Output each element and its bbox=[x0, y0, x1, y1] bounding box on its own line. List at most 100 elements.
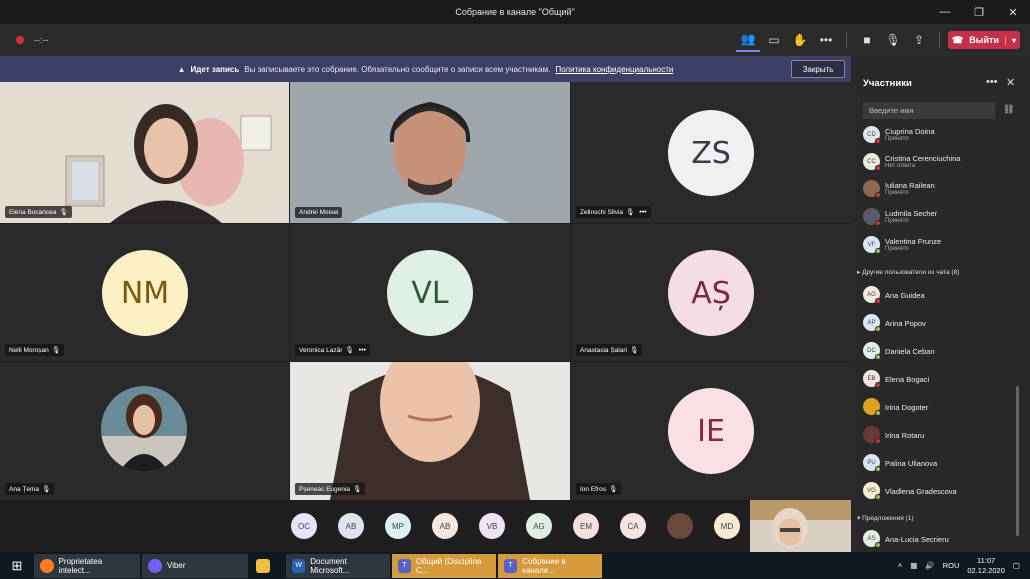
leave-button[interactable]: ☎ Выйти ▾ bbox=[948, 31, 1020, 49]
status-dot bbox=[875, 192, 881, 198]
participant-name: Ciuprina Doina bbox=[885, 127, 935, 136]
chevron-down-icon[interactable]: ▾ bbox=[1004, 35, 1016, 45]
chat-icon[interactable]: ▭ bbox=[762, 28, 786, 52]
more-actions-icon[interactable]: ••• bbox=[814, 28, 838, 52]
participant-row[interactable]: DC Daniela Ceban bbox=[863, 342, 1013, 362]
maximize-icon[interactable]: ❐ bbox=[962, 0, 996, 24]
notification-icon[interactable]: ▢ bbox=[1013, 561, 1020, 570]
raise-hand-icon[interactable]: ✋ bbox=[788, 28, 812, 52]
microphone-icon[interactable]: 🎙 bbox=[881, 28, 905, 52]
participant-row[interactable]: AG Ana Guidea bbox=[863, 286, 1013, 306]
taskbar-app[interactable]: T Общий (Disciplina C... bbox=[392, 553, 496, 578]
taskbar-app[interactable] bbox=[250, 554, 284, 578]
video-tile[interactable]: Ana Țema 🎙 bbox=[0, 362, 289, 500]
minimize-icon[interactable]: — bbox=[928, 0, 962, 24]
participant-row[interactable]: Iuliana Railean Принято bbox=[863, 180, 1013, 200]
participant-row[interactable]: VF Valentina Frunze Принято bbox=[863, 236, 1013, 256]
name-search-input[interactable]: Введите имя bbox=[863, 102, 995, 119]
network-icon[interactable]: ▦ bbox=[910, 561, 917, 570]
strip-avatar[interactable]: MP bbox=[385, 513, 411, 539]
status-dot bbox=[875, 382, 881, 388]
participant-name: Ludmila Secher bbox=[885, 209, 938, 218]
folder-icon bbox=[256, 558, 270, 573]
video-tile[interactable]: ZS Zelinschi Silvia 🎙 ••• bbox=[571, 82, 851, 223]
participant-avatar: NM bbox=[102, 250, 188, 336]
mic-off-icon: 🎙 bbox=[345, 347, 354, 354]
strip-avatar[interactable]: AB bbox=[432, 513, 458, 539]
participant-row[interactable]: AP Arina Popov bbox=[863, 314, 1013, 334]
strip-avatar[interactable]: OC bbox=[291, 513, 317, 539]
status-dot bbox=[875, 466, 881, 472]
word-icon: W bbox=[292, 558, 306, 573]
strip-avatar[interactable]: MD bbox=[714, 513, 740, 539]
mic-off-icon: 🎙 bbox=[626, 209, 635, 216]
strip-avatar[interactable]: EM bbox=[573, 513, 599, 539]
participant-row[interactable]: CD Ciuprina Doina Принято bbox=[863, 126, 1013, 146]
participants-icon[interactable]: 👥 bbox=[736, 28, 760, 52]
status-dot bbox=[875, 438, 881, 444]
windows-start-icon[interactable]: ⊞ bbox=[0, 552, 34, 579]
video-tile[interactable]: Andrei Moisei bbox=[290, 82, 570, 223]
video-tile[interactable]: Pșeneac Eugenia 🎙 bbox=[290, 362, 570, 500]
participant-video bbox=[290, 82, 570, 223]
video-tile[interactable]: IE Ion Efros 🎙 bbox=[571, 362, 851, 500]
recording-notice: ▲ Идет запись Вы записываете это собрани… bbox=[0, 56, 851, 82]
teams-icon: T bbox=[398, 558, 411, 573]
camera-icon[interactable]: ■ bbox=[855, 28, 879, 52]
taskbar-app[interactable]: W Document Microsoft... bbox=[286, 553, 390, 578]
name-tag: Elena Bocancea 🎙 bbox=[5, 206, 72, 218]
participant-row[interactable]: EB Elena Bogaci bbox=[863, 370, 1013, 390]
mic-off-icon: 🎙 bbox=[42, 486, 51, 493]
participant-row[interactable]: PU Palina Ulianova bbox=[863, 454, 1013, 474]
strip-avatar[interactable]: VB bbox=[479, 513, 505, 539]
panel-more-icon[interactable]: ••• bbox=[986, 76, 998, 88]
share-screen-icon[interactable]: ⇪ bbox=[907, 28, 931, 52]
participant-row[interactable]: CC Cristina Cerenciuchina Нет ответа bbox=[863, 153, 1013, 173]
section-suggest-header[interactable]: ▾ Предложения (1) bbox=[857, 514, 914, 522]
name-tag: Zelinschi Silvia 🎙 ••• bbox=[576, 206, 651, 218]
video-tile[interactable]: VL Veronica Lazăr 🎙 ••• bbox=[290, 224, 570, 361]
self-preview[interactable] bbox=[750, 500, 851, 552]
participant-name: Irina Rotaru bbox=[885, 431, 925, 440]
teams-icon: T bbox=[504, 558, 518, 573]
panel-scrollbar[interactable] bbox=[1016, 386, 1019, 536]
close-notice-button[interactable]: Закрыть bbox=[791, 60, 845, 78]
close-window-icon[interactable]: ✕ bbox=[996, 0, 1030, 24]
chevron-up-icon[interactable]: ˄ bbox=[898, 561, 902, 570]
strip-avatar[interactable]: AB bbox=[338, 513, 364, 539]
clock[interactable]: 11:07 02.12.2020 bbox=[967, 556, 1005, 576]
status-dot bbox=[875, 248, 881, 254]
more-options-icon[interactable]: ••• bbox=[359, 347, 366, 354]
video-tile[interactable]: NM Nelli Moroșan 🎙 bbox=[0, 224, 289, 361]
window-controls: — ❐ ✕ bbox=[928, 0, 1030, 24]
link-icon[interactable]: ⛓ bbox=[1003, 104, 1014, 115]
participant-row[interactable]: AS Ana-Lucia Secrieru bbox=[863, 530, 1013, 550]
participant-status: Нет ответа bbox=[885, 163, 916, 169]
participant-row[interactable]: VG Vladlena Gradescova bbox=[863, 482, 1013, 502]
panel-close-icon[interactable]: ✕ bbox=[1006, 76, 1015, 89]
language-indicator[interactable]: ROU bbox=[943, 561, 960, 570]
participants-panel: Участники ••• ✕ Введите имя ⛓ CD Ciuprin… bbox=[851, 56, 1030, 552]
leave-label: Выйти bbox=[969, 35, 999, 45]
strip-avatar-photo[interactable] bbox=[667, 513, 693, 539]
video-tile[interactable]: AȘ Anastasia Șalari 🎙 bbox=[571, 224, 851, 361]
name-tag: Ana Țema 🎙 bbox=[5, 483, 55, 495]
taskbar-app[interactable]: Proprietatea intelect... bbox=[34, 553, 140, 578]
video-tile[interactable]: Elena Bocancea 🎙 bbox=[0, 82, 289, 223]
participant-status: Принято bbox=[885, 190, 909, 196]
status-dot bbox=[875, 494, 881, 500]
volume-icon[interactable]: 🔊 bbox=[925, 561, 934, 570]
strip-avatar[interactable]: CA bbox=[620, 513, 646, 539]
privacy-link[interactable]: Политика конфиденциальности bbox=[555, 65, 673, 74]
taskbar-app[interactable]: T Собрание в канале... bbox=[498, 553, 602, 578]
participant-row[interactable]: Irina Rotaru bbox=[863, 426, 1013, 446]
mic-off-icon: 🎙 bbox=[629, 347, 639, 354]
section-chat-header[interactable]: ▸ Другие пользователи из чата (8) bbox=[857, 268, 959, 276]
status-dot bbox=[875, 165, 881, 171]
strip-avatar[interactable]: AG bbox=[526, 513, 552, 539]
taskbar-app[interactable]: Viber bbox=[142, 553, 248, 578]
status-dot bbox=[875, 542, 881, 548]
more-options-icon[interactable]: ••• bbox=[639, 209, 646, 216]
participant-row[interactable]: Ludmila Secher Принято bbox=[863, 208, 1013, 228]
participant-row[interactable]: Irina Dogoter bbox=[863, 398, 1013, 418]
